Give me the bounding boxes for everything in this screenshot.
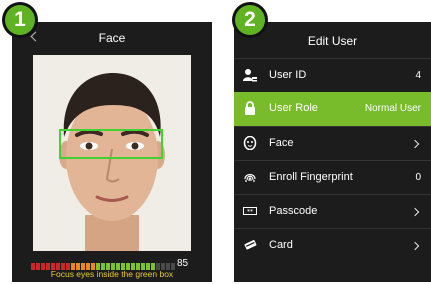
menu-item-face[interactable]: Face (234, 126, 431, 160)
menu-item-label: User Role (269, 102, 318, 114)
step-badge-1: 1 (2, 2, 38, 38)
eye-guide-box (59, 129, 163, 159)
step-badge-2: 2 (232, 2, 268, 38)
menu-item-value: Normal User (364, 103, 421, 114)
screen-title: Face (98, 31, 126, 45)
svg-text:**: ** (247, 209, 253, 216)
face-icon (243, 136, 257, 150)
menu-item-card[interactable]: Card (234, 228, 431, 262)
user-id-icon (243, 69, 257, 82)
menu-item-enroll-fingerprint[interactable]: Enroll Fingerprint 0 (234, 160, 431, 194)
menu-item-user-role[interactable]: User Role Normal User (234, 92, 431, 126)
edit-user-screen: Edit User User ID 4 User Role Normal Use… (234, 22, 431, 282)
menu-item-value: 4 (415, 70, 421, 81)
capture-hint: Focus eyes inside the green box (50, 269, 174, 279)
menu-item-label: Face (269, 137, 294, 149)
chevron-right-icon (410, 207, 420, 217)
menu-item-label: User ID (269, 69, 307, 81)
menu-item-label: Enroll Fingerprint (269, 171, 353, 183)
step-number-2: 2 (235, 5, 265, 35)
fingerprint-icon (244, 173, 256, 182)
lock-icon (245, 101, 255, 115)
menu-item-value: 0 (415, 172, 421, 183)
face-capture-screen: Face 85 Focus eyes inside the green box (12, 22, 212, 282)
chevron-right-icon (410, 139, 420, 149)
quality-value: 85 (177, 258, 189, 269)
menu-item-user-id[interactable]: User ID 4 (234, 58, 431, 92)
card-icon (244, 240, 257, 250)
camera-preview (33, 55, 191, 251)
menu-item-passcode[interactable]: ** Passcode (234, 194, 431, 228)
step-number-1: 1 (5, 5, 35, 35)
menu-item-label: Card (269, 239, 293, 251)
passcode-icon: ** (243, 207, 257, 216)
chevron-right-icon (410, 241, 420, 251)
menu-item-label: Passcode (269, 205, 318, 217)
